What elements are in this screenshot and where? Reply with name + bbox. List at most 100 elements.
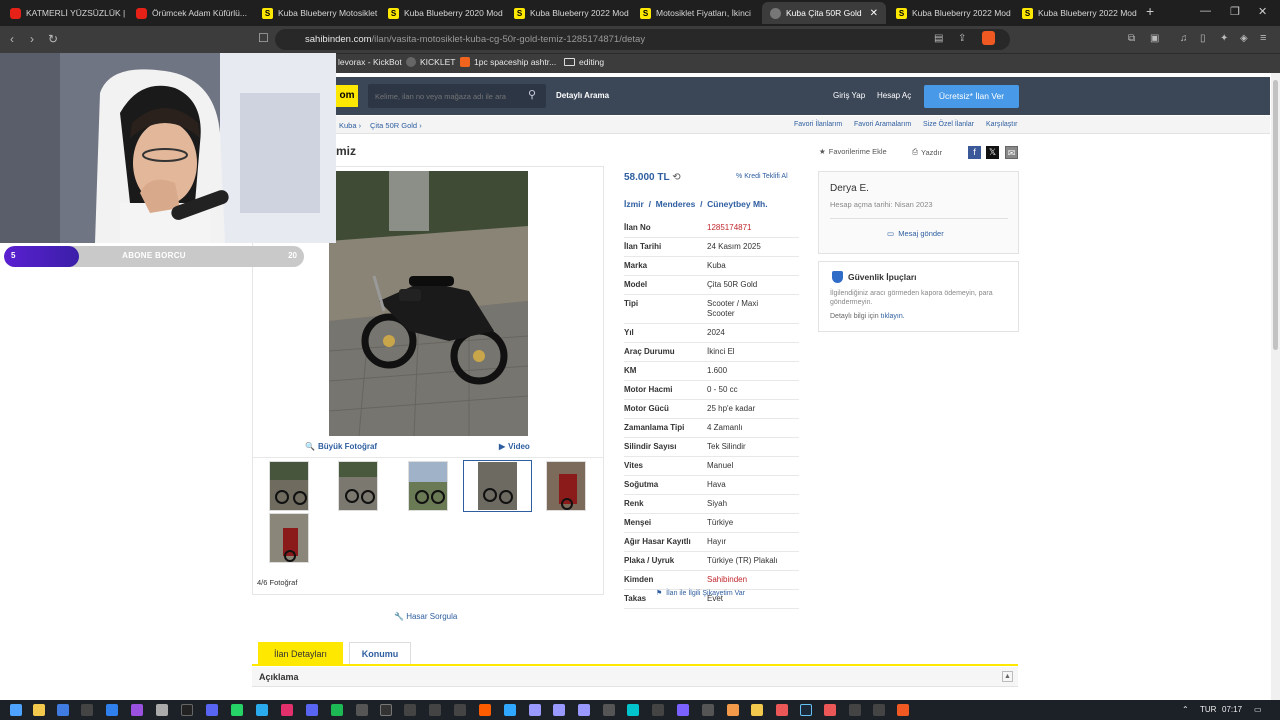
browser-tab[interactable]: Örümcek Adam Küfürlü...	[128, 2, 252, 24]
main-photo[interactable]	[329, 171, 528, 436]
detailed-search-link[interactable]: Detaylı Arama	[556, 91, 609, 100]
location-city[interactable]: İzmir	[624, 199, 644, 209]
special-ads-link[interactable]: Size Özel İlanlar	[923, 121, 974, 128]
app-icon[interactable]	[356, 704, 368, 716]
browser-tab[interactable]: S Kuba Blueberry 2022 Mod	[1014, 2, 1138, 24]
page-scrollbar[interactable]	[1271, 73, 1280, 700]
app-icon[interactable]	[652, 704, 664, 716]
safety-more-link[interactable]: tıklayın.	[881, 313, 905, 320]
sidebar-icon[interactable]: ▯	[1200, 33, 1206, 44]
close-tab-icon[interactable]: ✕	[870, 8, 878, 19]
media-encoder-icon[interactable]	[529, 704, 541, 716]
send-message-link[interactable]: ▭ Mesaj gönder	[887, 229, 944, 238]
credit-offer-link[interactable]: % Kredi Teklifi Al	[736, 173, 788, 180]
damage-query-link[interactable]: 🔧 Hasar Sorgula	[394, 612, 457, 621]
bookmark-levorax[interactable]: levorax - KickBot	[338, 57, 402, 67]
browser-tab-active[interactable]: Kuba Çita 50R Gold ✕	[762, 2, 886, 24]
complaint-link[interactable]: ⚑ İlan ile İlgili Şikayetim Var	[656, 589, 745, 597]
new-tab-icon[interactable]: +	[1146, 3, 1154, 19]
app-icon[interactable]	[404, 704, 416, 716]
premiere-icon[interactable]	[578, 704, 590, 716]
crumb-kuba[interactable]: Kuba ›	[339, 121, 361, 130]
browser-tab[interactable]: S Kuba Blueberry 2022 Mod	[506, 2, 630, 24]
location-neighborhood[interactable]: Cüneytbey Mh.	[707, 199, 767, 209]
big-photo-link[interactable]: 🔍 Büyük Fotoğraf	[305, 442, 377, 451]
app-icon[interactable]	[306, 704, 318, 716]
app-icon[interactable]	[727, 704, 739, 716]
app-icon[interactable]	[380, 704, 392, 716]
browser-tab[interactable]: S Kuba Blueberry 2020 Mod	[380, 2, 504, 24]
seller-name[interactable]: Derya E.	[830, 183, 869, 194]
browser-tab[interactable]: S Motosiklet Fiyatları, İkinci	[632, 2, 756, 24]
video-link[interactable]: ▶ Video	[499, 442, 530, 451]
thumbnail[interactable]	[338, 461, 378, 511]
app-icon[interactable]	[429, 704, 441, 716]
url-field[interactable]: sahibinden.com/ilan/vasita-motosiklet-ku…	[275, 29, 1010, 50]
thumbnail[interactable]	[269, 513, 309, 563]
close-window-icon[interactable]: ✕	[1258, 5, 1267, 18]
browser-tab[interactable]: S Kuba Blueberry 2022 Mod	[888, 2, 1012, 24]
signup-link[interactable]: Hesap Aç	[877, 91, 911, 100]
app-icon[interactable]	[454, 704, 466, 716]
favorite-searches-link[interactable]: Favori Aramalarım	[854, 121, 911, 128]
facebook-icon[interactable]: f	[968, 146, 981, 159]
search-icon[interactable]: ⚲	[528, 88, 536, 101]
post-ad-button[interactable]: Ücretsiz* İlan Ver	[924, 85, 1019, 108]
instagram-icon[interactable]	[281, 704, 293, 716]
app-icon[interactable]	[156, 704, 168, 716]
back-icon[interactable]: ‹	[10, 32, 14, 46]
language-indicator[interactable]: TUR	[1200, 705, 1216, 714]
share-icon[interactable]: ⇪	[958, 33, 966, 44]
app-icon[interactable]	[702, 704, 714, 716]
brave-shield-icon[interactable]	[982, 31, 995, 45]
tab-ad-details[interactable]: İlan Detayları	[258, 642, 343, 665]
app-icon[interactable]	[627, 704, 639, 716]
vscode-icon[interactable]	[106, 704, 118, 716]
app-icon[interactable]	[57, 704, 69, 716]
bookmark-kicklet[interactable]: KICKLET	[406, 57, 455, 67]
forward-icon[interactable]: ›	[30, 32, 34, 46]
search-input[interactable]	[368, 84, 518, 108]
notification-icon[interactable]: ▭	[1254, 705, 1262, 714]
print-link[interactable]: ⎙ Yazdır	[912, 147, 942, 157]
app-icon[interactable]	[751, 704, 763, 716]
discord-icon[interactable]	[206, 704, 218, 716]
reader-icon[interactable]: ▤	[934, 33, 943, 44]
maximize-icon[interactable]: ❐	[1230, 5, 1240, 18]
audition-icon[interactable]	[553, 704, 565, 716]
thumbnail-selected[interactable]	[463, 460, 532, 512]
site-logo[interactable]: om	[336, 85, 358, 107]
vpn-icon[interactable]: ◈	[1240, 33, 1248, 44]
app-icon[interactable]	[603, 704, 615, 716]
scrollbar-thumb[interactable]	[1273, 80, 1278, 350]
illustrator-icon[interactable]	[479, 704, 491, 716]
login-link[interactable]: Giriş Yap	[833, 91, 865, 100]
browser-tab[interactable]: S Kuba Blueberry Motosiklet	[254, 2, 378, 24]
app-icon[interactable]	[81, 704, 93, 716]
browser-tab[interactable]: KATMERLİ YÜZSÜZLÜK | S	[2, 2, 126, 24]
bookmark-icon[interactable]: ☐	[258, 31, 269, 45]
app-icon[interactable]	[131, 704, 143, 716]
tray-overflow-icon[interactable]: ⌃	[1182, 705, 1189, 714]
compare-link[interactable]: Karşılaştır	[986, 121, 1018, 128]
add-favorites-link[interactable]: ★ Favorilerime Ekle	[819, 147, 887, 156]
app-icon[interactable]	[776, 704, 788, 716]
app-icon[interactable]	[677, 704, 689, 716]
app-icon[interactable]	[849, 704, 861, 716]
thumbnail[interactable]	[546, 461, 586, 511]
history-icon[interactable]: ⟲	[672, 172, 680, 183]
steam-icon[interactable]	[800, 704, 812, 716]
location-district[interactable]: Menderes	[656, 199, 696, 209]
wallet-icon[interactable]: ▣	[1150, 33, 1159, 44]
minimize-icon[interactable]: —	[1200, 5, 1211, 17]
app-icon[interactable]	[824, 704, 836, 716]
collapse-icon[interactable]: ▲	[1002, 671, 1013, 682]
start-icon[interactable]	[10, 704, 22, 716]
favorite-ads-link[interactable]: Favori İlanlarım	[794, 121, 842, 128]
photoshop-icon[interactable]	[504, 704, 516, 716]
tab-location[interactable]: Konumu	[349, 642, 411, 665]
brave-icon[interactable]	[897, 704, 909, 716]
thumbnail[interactable]	[269, 461, 309, 511]
reload-icon[interactable]: ↻	[48, 32, 58, 46]
telegram-icon[interactable]	[256, 704, 268, 716]
